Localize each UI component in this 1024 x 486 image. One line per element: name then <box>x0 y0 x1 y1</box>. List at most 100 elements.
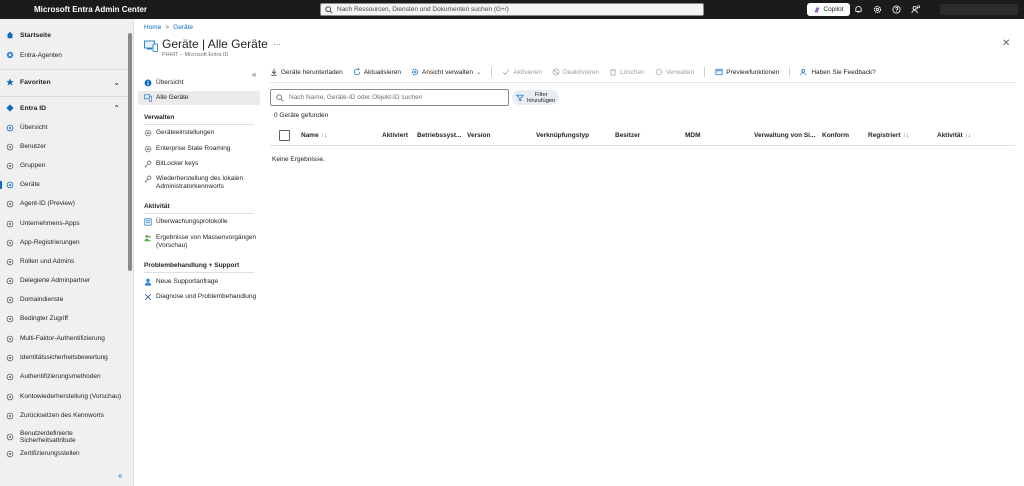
subnav-diagnose[interactable]: Diagnose und Problembehandlung <box>138 293 260 301</box>
feedback-icon <box>800 69 807 76</box>
account-profile[interactable] <box>940 4 1018 15</box>
copilot-button[interactable]: Copilot <box>807 3 850 16</box>
column-besitzer[interactable]: Besitzer <box>615 132 640 139</box>
manage-view-button[interactable]: Ansicht verwalten ⌄ <box>411 68 481 76</box>
deactivate-button[interactable]: Deaktivieren <box>552 68 599 76</box>
sidebar-item-12[interactable]: Identitätssicherheitsbewertung <box>0 353 128 363</box>
lock-icon <box>6 315 14 323</box>
subnav-bitlocker-keys[interactable]: BitLocker keys <box>138 160 260 168</box>
sidebar-item-0[interactable]: Übersicht <box>0 123 128 133</box>
info-icon <box>6 124 14 132</box>
sidebar-item-6[interactable]: App-Registrierungen <box>0 238 128 248</box>
subnav-bitlocker-keys-label: BitLocker keys <box>156 160 199 167</box>
collapse-nav-icon[interactable]: « <box>118 471 122 480</box>
subnav-geraeteeinstellungen[interactable]: Geräteeinstellungen <box>138 129 260 137</box>
sidebar-item-17[interactable]: Zertifizierungsstellen <box>0 449 128 459</box>
sidebar-item-7[interactable]: Rollen und Admins <box>0 257 128 267</box>
close-icon[interactable]: ✕ <box>1002 38 1010 49</box>
column-aktiviert[interactable]: Aktiviert <box>382 132 408 139</box>
sidebar-item-label: Benutzer <box>20 143 47 151</box>
subnav-alle-geraete[interactable]: Alle Geräte <box>138 91 260 105</box>
device-search-input[interactable]: Nach Name, Geräte-ID oder Objekt-ID such… <box>270 89 509 106</box>
column-konform[interactable]: Konform <box>822 132 849 139</box>
breadcrumb-home[interactable]: Home <box>144 24 161 31</box>
column-aktivitaet[interactable]: Aktivität ↑↓ <box>937 132 971 139</box>
add-filter-button[interactable]: Filter hinzufügen <box>512 90 559 105</box>
feedback-label: Haben Sie Feedback? <box>811 68 876 76</box>
subnav-geraeteeinstellungen-label: Geräteeinstellungen <box>156 129 215 136</box>
help-icon[interactable] <box>890 4 902 16</box>
sidebar-item-label: Bedingter Zugriff <box>20 315 68 323</box>
column-name[interactable]: Name ↑↓ <box>301 132 327 139</box>
sidebar-item-2[interactable]: Gruppen <box>0 161 128 171</box>
manage-view-label: Ansicht verwalten <box>422 68 473 76</box>
sidebar-item-4[interactable]: Agent-ID (Preview) <box>0 199 128 209</box>
nav-startseite[interactable]: Startseite <box>0 30 128 40</box>
agent-icon <box>6 51 14 59</box>
subnav-massenvorgaenge[interactable]: Ergebnisse von Massenvorgängen (Vorschau… <box>138 234 260 250</box>
column-version[interactable]: Version <box>467 132 490 139</box>
column-registriert[interactable]: Registriert ↑↓ <box>868 132 909 139</box>
subnav-enterprise-state-roaming[interactable]: Enterprise State Roaming <box>138 145 260 153</box>
sidebar-item-9[interactable]: Domaindienste <box>0 295 128 305</box>
sidebar-item-1[interactable]: Benutzer <box>0 142 128 152</box>
global-search-box[interactable]: Nach Ressourcen, Diensten und Dokumenten… <box>320 3 704 16</box>
sidebar-item-16[interactable]: Benutzerdefinierte Sicherheitsattribute <box>0 429 128 445</box>
info-icon <box>144 79 152 87</box>
download-devices-button[interactable]: Geräte herunterladen <box>270 68 343 76</box>
nav-startseite-label: Startseite <box>20 31 51 39</box>
refresh-button[interactable]: Aktualisieren <box>353 68 401 76</box>
search-icon <box>276 93 284 101</box>
people-icon <box>144 234 152 242</box>
subnav-diagnose-label: Diagnose und Problembehandlung <box>156 293 257 300</box>
column-verwaltung[interactable]: Verwaltung von Si... <box>754 132 815 139</box>
subnav-ueberwachungsprotokolle[interactable]: Überwachungsprotokolle <box>138 218 260 226</box>
activate-button[interactable]: Aktivieren <box>502 68 542 76</box>
sidebar-item-label: Benutzerdefinierte Sicherheitsattribute <box>20 429 76 445</box>
subnav-uebersicht[interactable]: Übersicht <box>138 77 260 89</box>
nav-entra-id[interactable]: Entra ID ⌃ <box>0 103 128 113</box>
gear-icon <box>655 68 662 76</box>
column-betriebssystem[interactable]: Betriebssyst... <box>417 132 461 139</box>
nav-entra-agenten[interactable]: Entra-Agenten <box>0 50 128 60</box>
sidebar-item-5[interactable]: Unternehmens-Apps <box>0 219 128 229</box>
subnav-ueberwachungsprotokolle-label: Überwachungsprotokolle <box>156 218 228 225</box>
sidebar-item-14[interactable]: Kontowiederherstellung (Vorschau) <box>0 389 128 405</box>
sidebar-item-13[interactable]: Authentifizierungsmethoden <box>0 372 128 382</box>
feedback-button[interactable]: Haben Sie Feedback? <box>800 68 876 76</box>
result-count: 0 Geräte gefunden <box>274 112 329 119</box>
recovery-icon <box>6 393 14 401</box>
breadcrumb-current[interactable]: Geräte <box>173 24 193 31</box>
download-devices-label: Geräte herunterladen <box>281 68 343 76</box>
subnav-aktivitaet-heading: Aktivität <box>144 203 170 210</box>
delete-button[interactable]: Löschen <box>609 68 645 76</box>
delete-label: Löschen <box>620 68 645 76</box>
manage-button[interactable]: Verwalten <box>655 68 694 76</box>
select-all-checkbox[interactable] <box>279 130 290 141</box>
search-icon <box>325 5 333 14</box>
wrench-icon <box>144 293 152 301</box>
sidebar-item-8[interactable]: Delegierte Adminpartner <box>0 276 128 286</box>
subnav-neue-supportanfrage[interactable]: Neue Supportanfrage <box>138 278 260 286</box>
column-mdm[interactable]: MDM <box>685 132 701 139</box>
sidebar-item-10[interactable]: Bedingter Zugriff <box>0 314 128 324</box>
app-title[interactable]: Microsoft Entra Admin Center <box>34 5 147 14</box>
breadcrumb: Home > Geräte <box>144 24 193 31</box>
more-options-icon[interactable]: … <box>273 38 281 47</box>
global-search-placeholder: Nach Ressourcen, Diensten und Dokumenten… <box>337 6 509 13</box>
gear-icon[interactable] <box>871 4 883 16</box>
left-nav-scrollbar[interactable] <box>128 33 132 271</box>
refresh-icon <box>353 68 360 76</box>
partner-icon <box>6 277 14 285</box>
app-registration-icon <box>6 239 14 247</box>
column-verknuepfungstyp[interactable]: Verknüpfungstyp <box>536 132 589 139</box>
sidebar-item-15[interactable]: Zurücksetzen des Kennworts <box>0 411 128 421</box>
feedback-icon[interactable] <box>909 4 921 16</box>
sidebar-item-3[interactable]: Geräte <box>0 180 128 190</box>
subnav-lokales-admin-kennwort[interactable]: Wiederherstellung des lokalen Administra… <box>138 175 260 191</box>
bell-icon[interactable] <box>852 4 864 16</box>
apps-icon <box>6 220 14 228</box>
nav-favoriten[interactable]: Favoriten ⌄ <box>0 77 128 87</box>
sidebar-item-11[interactable]: Multi-Faktor-Authentifizierung <box>0 334 128 344</box>
preview-features-button[interactable]: Previewfunktionen <box>715 68 779 76</box>
